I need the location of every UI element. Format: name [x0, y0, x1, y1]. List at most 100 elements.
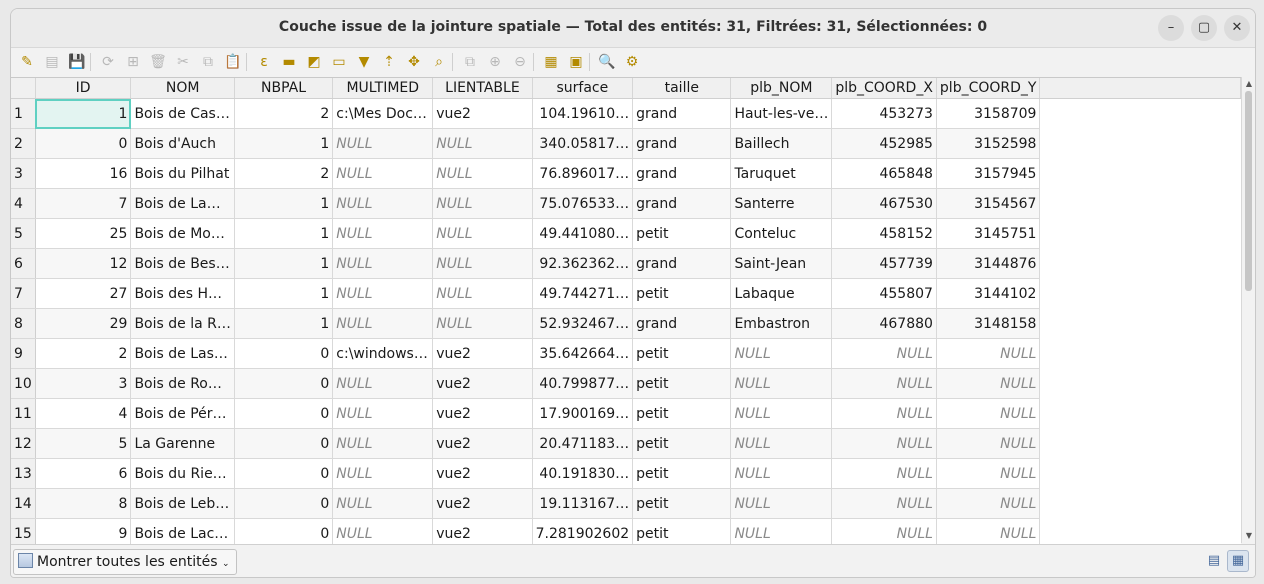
- row-number[interactable]: 5: [11, 218, 36, 249]
- table-row[interactable]: 7 27 Bois des H… 1 NULL NULL 49.744271… petit La…: [11, 278, 1241, 309]
- table-view-icon[interactable]: ▦: [1227, 550, 1249, 572]
- cell-multimed[interactable]: NULL: [332, 158, 434, 189]
- table-row[interactable]: 10 3 Bois de Ro… 0 NULL vue2 40.799877… petit NU…: [11, 368, 1241, 399]
- cell-plb_coord_y[interactable]: 3144876: [936, 248, 1041, 279]
- cell-lientable[interactable]: vue2: [432, 458, 533, 489]
- cell-plb_coord_x[interactable]: NULL: [831, 368, 937, 399]
- cell-taille[interactable]: petit: [632, 278, 732, 309]
- row-number[interactable]: 9: [11, 338, 36, 369]
- cell-surface[interactable]: 75.076533…: [532, 188, 634, 219]
- cell-nbpal[interactable]: 0: [234, 398, 334, 429]
- table-row[interactable]: 1 1 Bois de Cas… 2 c:\Mes Doc… vue2 104.19610……: [11, 98, 1241, 129]
- cell-plb_nom[interactable]: Haut-les-ve…: [730, 98, 833, 129]
- cell-multimed[interactable]: NULL: [332, 218, 434, 249]
- cell-plb_nom[interactable]: NULL: [730, 398, 833, 429]
- cell-nom[interactable]: Bois de Lac…: [130, 518, 235, 544]
- cell-plb_coord_y[interactable]: 3152598: [936, 128, 1041, 159]
- row-number[interactable]: 7: [11, 278, 36, 309]
- cell-surface[interactable]: 17.900169…: [532, 398, 634, 429]
- cell-nom[interactable]: Bois du Rie…: [130, 458, 235, 489]
- cell-plb_coord_x[interactable]: 458152: [831, 218, 937, 249]
- close-button[interactable]: ✕: [1224, 15, 1250, 41]
- cell-nbpal[interactable]: 1: [234, 188, 334, 219]
- cell-taille[interactable]: petit: [632, 368, 732, 399]
- cell-nom[interactable]: Bois d'Auch: [130, 128, 235, 159]
- cell-id[interactable]: 4: [35, 398, 132, 429]
- cell-plb_coord_y[interactable]: 3157945: [936, 158, 1041, 189]
- cell-plb_coord_x[interactable]: NULL: [831, 488, 937, 519]
- cell-taille[interactable]: grand: [632, 308, 732, 339]
- cell-nom[interactable]: Bois du Pilhat: [130, 158, 235, 189]
- cell-plb_coord_y[interactable]: NULL: [936, 398, 1041, 429]
- row-number[interactable]: 14: [11, 488, 36, 519]
- cut-icon[interactable]: ✂: [173, 52, 193, 72]
- cell-surface[interactable]: 40.191830…: [532, 458, 634, 489]
- column-header-nbpal[interactable]: NBPAL: [234, 78, 334, 99]
- scroll-down-arrow-icon[interactable]: ▼: [1242, 530, 1255, 542]
- cell-surface[interactable]: 76.896017…: [532, 158, 634, 189]
- table-row[interactable]: 9 2 Bois de Las… 0 c:\windows… vue2 35.642664……: [11, 338, 1241, 369]
- cell-nbpal[interactable]: 0: [234, 518, 334, 544]
- cell-nbpal[interactable]: 0: [234, 338, 334, 369]
- filter-selection-icon[interactable]: ▼: [354, 52, 374, 72]
- row-number[interactable]: 2: [11, 128, 36, 159]
- minimize-button[interactable]: –: [1158, 15, 1184, 41]
- cell-nbpal[interactable]: 1: [234, 218, 334, 249]
- cell-taille[interactable]: petit: [632, 338, 732, 369]
- column-header-surface[interactable]: surface: [532, 78, 634, 99]
- row-number[interactable]: 8: [11, 308, 36, 339]
- delete-field-icon[interactable]: ⊖: [510, 52, 530, 72]
- column-header-lientable[interactable]: LIENTABLE: [432, 78, 533, 99]
- corner-header[interactable]: [11, 78, 36, 99]
- cell-surface[interactable]: 19.113167…: [532, 488, 634, 519]
- cell-nbpal[interactable]: 1: [234, 128, 334, 159]
- cell-lientable[interactable]: NULL: [432, 128, 533, 159]
- cell-lientable[interactable]: NULL: [432, 158, 533, 189]
- cell-plb_coord_x[interactable]: 453273: [831, 98, 937, 129]
- delete-feature-icon[interactable]: 🗑: [148, 52, 168, 72]
- column-header-plb_nom[interactable]: plb_NOM: [730, 78, 833, 99]
- cell-plb_nom[interactable]: Labaque: [730, 278, 833, 309]
- cell-taille[interactable]: petit: [632, 428, 732, 459]
- cell-nom[interactable]: Bois de la R…: [130, 308, 235, 339]
- row-number[interactable]: 3: [11, 158, 36, 189]
- cell-id[interactable]: 5: [35, 428, 132, 459]
- column-header-nom[interactable]: NOM: [130, 78, 235, 99]
- cell-taille[interactable]: grand: [632, 98, 732, 129]
- table-row[interactable]: 5 25 Bois de Mo… 1 NULL NULL 49.441080… petit Co…: [11, 218, 1241, 249]
- cell-id[interactable]: 12: [35, 248, 132, 279]
- cell-lientable[interactable]: NULL: [432, 278, 533, 309]
- cell-multimed[interactable]: NULL: [332, 518, 434, 544]
- cell-plb_nom[interactable]: Santerre: [730, 188, 833, 219]
- cell-plb_coord_x[interactable]: 452985: [831, 128, 937, 159]
- scroll-up-arrow-icon[interactable]: ▲: [1242, 78, 1255, 90]
- cell-multimed[interactable]: NULL: [332, 398, 434, 429]
- cell-lientable[interactable]: vue2: [432, 98, 533, 129]
- cell-plb_coord_y[interactable]: NULL: [936, 338, 1041, 369]
- cell-plb_coord_x[interactable]: 457739: [831, 248, 937, 279]
- cell-nbpal[interactable]: 2: [234, 98, 334, 129]
- cell-nbpal[interactable]: 0: [234, 458, 334, 489]
- cell-plb_coord_x[interactable]: 455807: [831, 278, 937, 309]
- cell-plb_coord_x[interactable]: NULL: [831, 338, 937, 369]
- table-row[interactable]: 13 6 Bois du Rie… 0 NULL vue2 40.191830… petit N…: [11, 458, 1241, 489]
- cell-nom[interactable]: La Garenne: [130, 428, 235, 459]
- zoom-map-icon[interactable]: 🔍: [597, 52, 617, 72]
- cell-multimed[interactable]: NULL: [332, 278, 434, 309]
- show-features-filter-button[interactable]: Montrer toutes les entités ⌄: [13, 549, 237, 575]
- cell-id[interactable]: 29: [35, 308, 132, 339]
- cell-nom[interactable]: Bois de Ro…: [130, 368, 235, 399]
- table-row[interactable]: 6 12 Bois de Bes… 1 NULL NULL 92.362362… grand S…: [11, 248, 1241, 279]
- table-row[interactable]: 15 9 Bois de Lac… 0 NULL vue2 7.281902602 petit…: [11, 518, 1241, 544]
- cell-plb_coord_y[interactable]: NULL: [936, 488, 1041, 519]
- column-header-taille[interactable]: taille: [632, 78, 732, 99]
- cell-plb_nom[interactable]: Embastron: [730, 308, 833, 339]
- cell-id[interactable]: 3: [35, 368, 132, 399]
- cell-lientable[interactable]: vue2: [432, 428, 533, 459]
- row-number[interactable]: 6: [11, 248, 36, 279]
- cell-multimed[interactable]: NULL: [332, 488, 434, 519]
- cell-multimed[interactable]: c:\Mes Doc…: [332, 98, 434, 129]
- cell-plb_nom[interactable]: NULL: [730, 488, 833, 519]
- zoom-to-selection-icon[interactable]: ⌕: [429, 52, 449, 72]
- cell-taille[interactable]: petit: [632, 458, 732, 489]
